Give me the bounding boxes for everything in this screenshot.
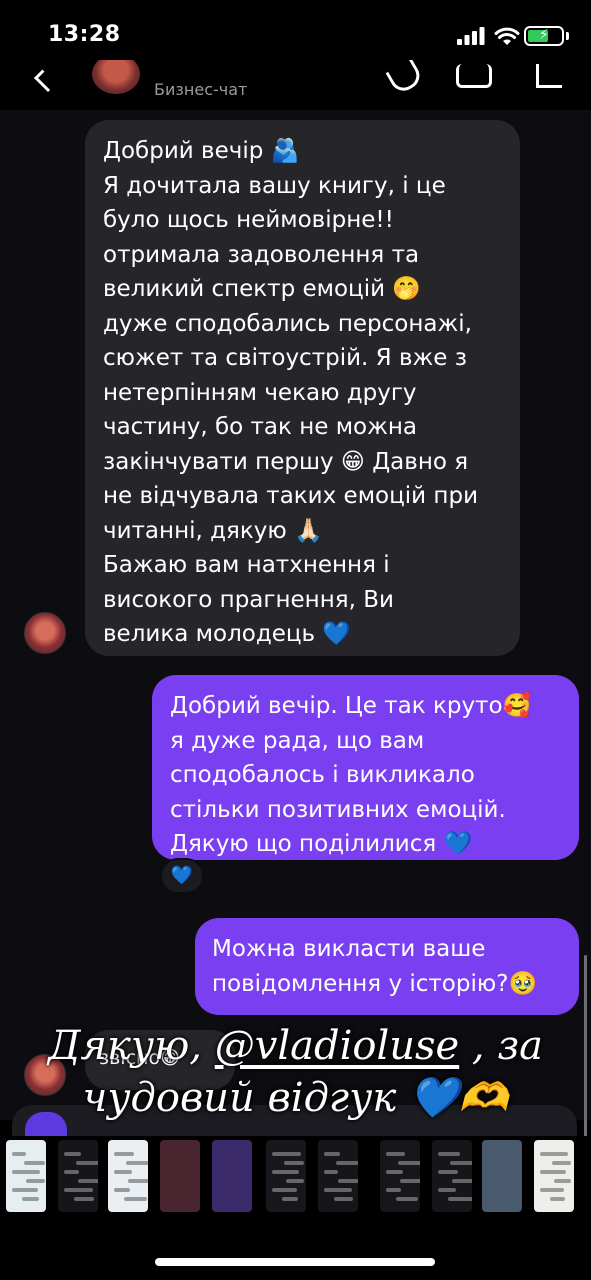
caption-line-2: чудовий відгук 💙🫶 (82, 1075, 509, 1121)
media-thumbnail[interactable] (160, 1140, 200, 1212)
message-line: Я дочитала вашу книгу, і це (103, 172, 446, 199)
cellular-signal-icon (457, 27, 485, 45)
message-reaction[interactable]: 💙 (160, 858, 204, 894)
media-thumbnail-strip[interactable] (0, 1136, 591, 1216)
message-line: високого прагнення, Ви (103, 586, 394, 613)
message-line: Дякую що поділилися 💙 (170, 831, 473, 857)
message-line: отримала задоволення та (103, 241, 420, 268)
outgoing-message-bubble[interactable]: Можна викласти ваше повідомлення у істор… (195, 918, 579, 1015)
message-line: було щось неймовірне!! (103, 207, 394, 233)
message-line: читанні, дякую 🙏🏻 (103, 517, 323, 544)
message-line: Можна викласти ваше (212, 936, 486, 962)
status-bar: 13:28 ⚡ (0, 0, 591, 60)
media-thumbnail[interactable] (266, 1140, 306, 1212)
message-line: сподобалось і викликало (170, 762, 475, 788)
back-chevron-icon[interactable] (34, 64, 62, 92)
incoming-message-bubble[interactable]: Добрий вечір 🫂 Я дочитала вашу книгу, і … (85, 120, 520, 656)
battery-cap (566, 32, 569, 40)
story-caption[interactable]: Дякую, @vladioluse , за чудовий відгук 💙… (0, 1020, 591, 1124)
media-thumbnail[interactable] (432, 1140, 472, 1212)
message-line: Добрий вечір 🫂 (103, 138, 300, 164)
home-indicator[interactable] (155, 1258, 435, 1266)
media-thumbnail[interactable] (6, 1140, 46, 1212)
message-line: частину, бо так не можна (103, 414, 417, 440)
media-thumbnail[interactable] (108, 1140, 148, 1212)
video-call-icon[interactable] (456, 64, 492, 88)
outgoing-message-bubble[interactable]: Добрий вечір. Це так круто🥰 я дуже рада,… (152, 675, 579, 860)
wifi-icon (494, 27, 520, 45)
caption-line-1: Дякую, @vladioluse , за (47, 1023, 544, 1069)
sender-avatar[interactable] (24, 612, 66, 654)
message-line: нетерпінням чекаю другу (103, 379, 417, 406)
chat-thread[interactable]: Добрий вечір 🫂 Я дочитала вашу книгу, і … (0, 110, 591, 1165)
message-line: закінчувати першу 😁 Давно я (103, 448, 469, 475)
message-line: сюжет та світоустрій. Я вже з (103, 345, 467, 371)
message-line: Добрий вечір. Це так круто🥰 (170, 693, 532, 719)
media-thumbnail[interactable] (482, 1140, 522, 1212)
mention-link[interactable]: @vladioluse (215, 1023, 459, 1069)
status-time: 13:28 (48, 22, 121, 47)
contact-avatar[interactable] (92, 60, 140, 94)
message-line: стільки позитивних емоцій. (170, 796, 506, 823)
message-line: великий спектр емоцій 🤭 (103, 276, 422, 302)
media-thumbnail[interactable] (534, 1140, 574, 1212)
message-line: повідомлення у історію?🥹 (212, 970, 538, 997)
media-thumbnail[interactable] (380, 1140, 420, 1212)
message-line: велика молодець 💙 (103, 621, 352, 647)
message-line: Бажаю вам натхнення і (103, 552, 390, 578)
media-thumbnail[interactable] (318, 1140, 358, 1212)
media-thumbnail[interactable] (212, 1140, 252, 1212)
battery-icon: ⚡ (524, 26, 564, 46)
media-thumbnail[interactable] (58, 1140, 98, 1212)
chat-subtitle: Бизнес-чат (154, 80, 248, 99)
chat-header: Бизнес-чат (0, 60, 591, 110)
message-line: я дуже рада, що вам (170, 727, 425, 754)
phone-call-icon[interactable] (385, 60, 425, 96)
message-line: не відчувала таких емоцій при (103, 483, 479, 509)
flag-icon[interactable] (536, 64, 562, 88)
message-line: дуже сподобались персонажі, (103, 310, 472, 337)
